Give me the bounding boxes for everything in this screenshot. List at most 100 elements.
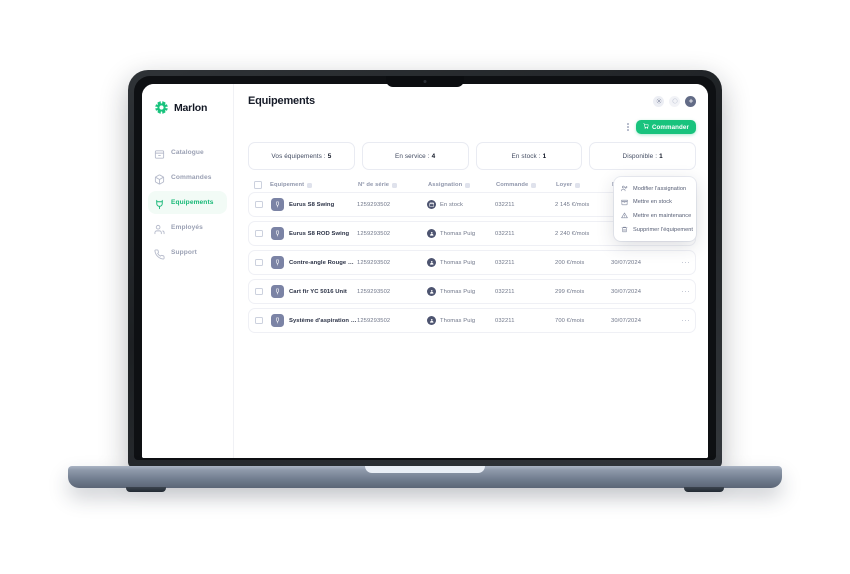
menu-item-modifier-assignation[interactable]: Modifier l'assignation [614, 182, 696, 196]
row-checkbox[interactable] [255, 258, 263, 267]
equipment-thumbnail-icon [271, 227, 284, 240]
sidebar: Marlon Catalogue Commandes Equipements E… [142, 84, 234, 458]
sidebar-item-employes[interactable]: Employés [148, 216, 227, 239]
stat-label: En service : [395, 152, 430, 160]
assignation-label: En stock [440, 201, 464, 208]
sidebar-item-equipements[interactable]: Equipements [148, 191, 227, 214]
avatar [427, 287, 436, 296]
equipment-thumbnail-icon [271, 314, 284, 327]
sidebar-item-label: Support [171, 249, 197, 256]
row-checkbox[interactable] [255, 200, 263, 209]
cell-date: 30/07/2024 [611, 317, 642, 324]
filter-icon[interactable] [531, 182, 537, 188]
user-edit-icon [621, 185, 628, 192]
settings-icon[interactable] [653, 95, 664, 107]
sidebar-item-support[interactable]: Support [148, 241, 227, 264]
laptop-base [68, 466, 782, 492]
filter-icon[interactable] [307, 182, 313, 188]
page-title: Equipements [248, 95, 315, 107]
employees-icon [154, 222, 165, 235]
more-options-icon[interactable] [625, 121, 631, 133]
row-select-cell [255, 316, 271, 325]
assignation-label: Thomas Puig [440, 230, 476, 237]
top-bar: Equipements [234, 84, 708, 118]
cell-date: 30/07/2024 [611, 259, 642, 266]
select-all-checkbox[interactable] [254, 181, 262, 189]
sidebar-item-catalogue[interactable]: Catalogue [148, 141, 227, 164]
stat-value: 1 [542, 152, 547, 160]
column-label: Equipement [270, 182, 305, 188]
brand: Marlon [142, 96, 233, 115]
row-menu-icon[interactable] [681, 290, 689, 293]
column-header-assignation[interactable]: Assignation [428, 182, 496, 188]
stat-card-en-service[interactable]: En service : 4 [361, 142, 469, 170]
cell-assignation: Thomas Puig [427, 258, 495, 267]
cell-commande: 032211 [495, 201, 515, 208]
row-context-menu: Modifier l'assignation Mettre en stock M… [614, 177, 696, 242]
sidebar-item-label: Commandes [171, 174, 212, 181]
stat-card-en-stock[interactable]: En stock : 1 [475, 142, 583, 170]
cell-commande: 032211 [495, 259, 515, 266]
column-header-loyer[interactable]: Loyer [556, 182, 612, 188]
add-icon[interactable] [685, 95, 696, 107]
select-all-cell [254, 181, 270, 189]
menu-item-mettre-en-maintenance[interactable]: Mettre en maintenance [614, 209, 696, 223]
screenshot-stage: Marlon Catalogue Commandes Equipements E… [0, 0, 850, 574]
table-row[interactable]: Cart fir YC 5016 Unit 1259293502 Thomas … [248, 279, 696, 304]
menu-item-supprimer-equipement[interactable]: Supprimer l'équipement [614, 223, 696, 237]
cell-equipement: Système d'aspiration extra oral Optimo [271, 314, 357, 327]
order-button[interactable]: Commander [635, 120, 696, 134]
equipment-icon [154, 197, 165, 210]
sidebar-item-commandes[interactable]: Commandes [148, 166, 227, 189]
row-checkbox[interactable] [255, 316, 263, 325]
cell-assignation: Thomas Puig [427, 229, 495, 238]
marlon-logo-icon [154, 100, 169, 115]
row-checkbox[interactable] [255, 229, 263, 238]
table-row[interactable]: Système d'aspiration extra oral Optimo 1… [248, 308, 696, 333]
filter-icon[interactable] [465, 182, 471, 188]
row-actions-cell [667, 261, 689, 264]
cart-icon [643, 123, 649, 131]
column-header-equipement[interactable]: Equipement [270, 182, 358, 188]
cell-loyer: 200 €/mois [555, 259, 585, 266]
menu-item-label: Supprimer l'équipement [633, 226, 694, 233]
help-icon[interactable] [669, 95, 680, 107]
cell-loyer: 2 240 €/mois [555, 230, 590, 237]
stat-card-disponible[interactable]: Disponible : 1 [589, 142, 696, 170]
row-select-cell [255, 229, 271, 238]
stat-label: En stock : [511, 152, 541, 160]
row-menu-icon[interactable] [681, 319, 689, 322]
column-label: N° de série [358, 182, 390, 188]
main-content: Equipements Commander Vos équipements: … [234, 84, 708, 458]
row-checkbox[interactable] [255, 287, 263, 296]
stat-label: Vos équipements : [271, 152, 326, 160]
menu-item-label: Mettre en maintenance [633, 212, 692, 219]
equipment-thumbnail-icon [271, 198, 284, 211]
trash-icon [621, 226, 628, 233]
menu-item-mettre-en-stock[interactable]: Mettre en stock [614, 196, 696, 210]
cell-equipement: Eurus S8 ROD Swing [271, 227, 357, 240]
sidebar-item-label: Employés [171, 224, 203, 231]
column-header-serie[interactable]: N° de série [358, 182, 428, 188]
stat-card-total[interactable]: Vos équipements : 5 [248, 142, 355, 170]
cell-assignation: En stock [427, 200, 495, 209]
row-menu-icon[interactable] [681, 261, 689, 264]
orders-icon [154, 172, 165, 185]
table-row[interactable]: Contre-angle Rouge Lumière New Ultimate … [248, 250, 696, 275]
cell-serie: 1259293502 [357, 259, 391, 266]
equipment-table: Equipement N° de série Assignation Comma… [234, 170, 708, 458]
filter-icon[interactable] [575, 182, 581, 188]
box-icon [621, 199, 628, 206]
cell-commande: 032211 [495, 317, 515, 324]
column-header-commande[interactable]: Commande [496, 182, 556, 188]
cell-serie: 1259293502 [357, 230, 391, 237]
laptop-camera-notch [386, 76, 464, 87]
brand-name: Marlon [174, 101, 208, 114]
filter-icon[interactable] [392, 182, 398, 188]
equipment-name: Eurus S8 Swing [289, 201, 335, 208]
assignation-label: Thomas Puig [440, 259, 476, 266]
avatar [427, 316, 436, 325]
cell-commande: 032211 [495, 288, 515, 295]
cell-assignation: Thomas Puig [427, 287, 495, 296]
equipment-name: Eurus S8 ROD Swing [289, 230, 350, 237]
